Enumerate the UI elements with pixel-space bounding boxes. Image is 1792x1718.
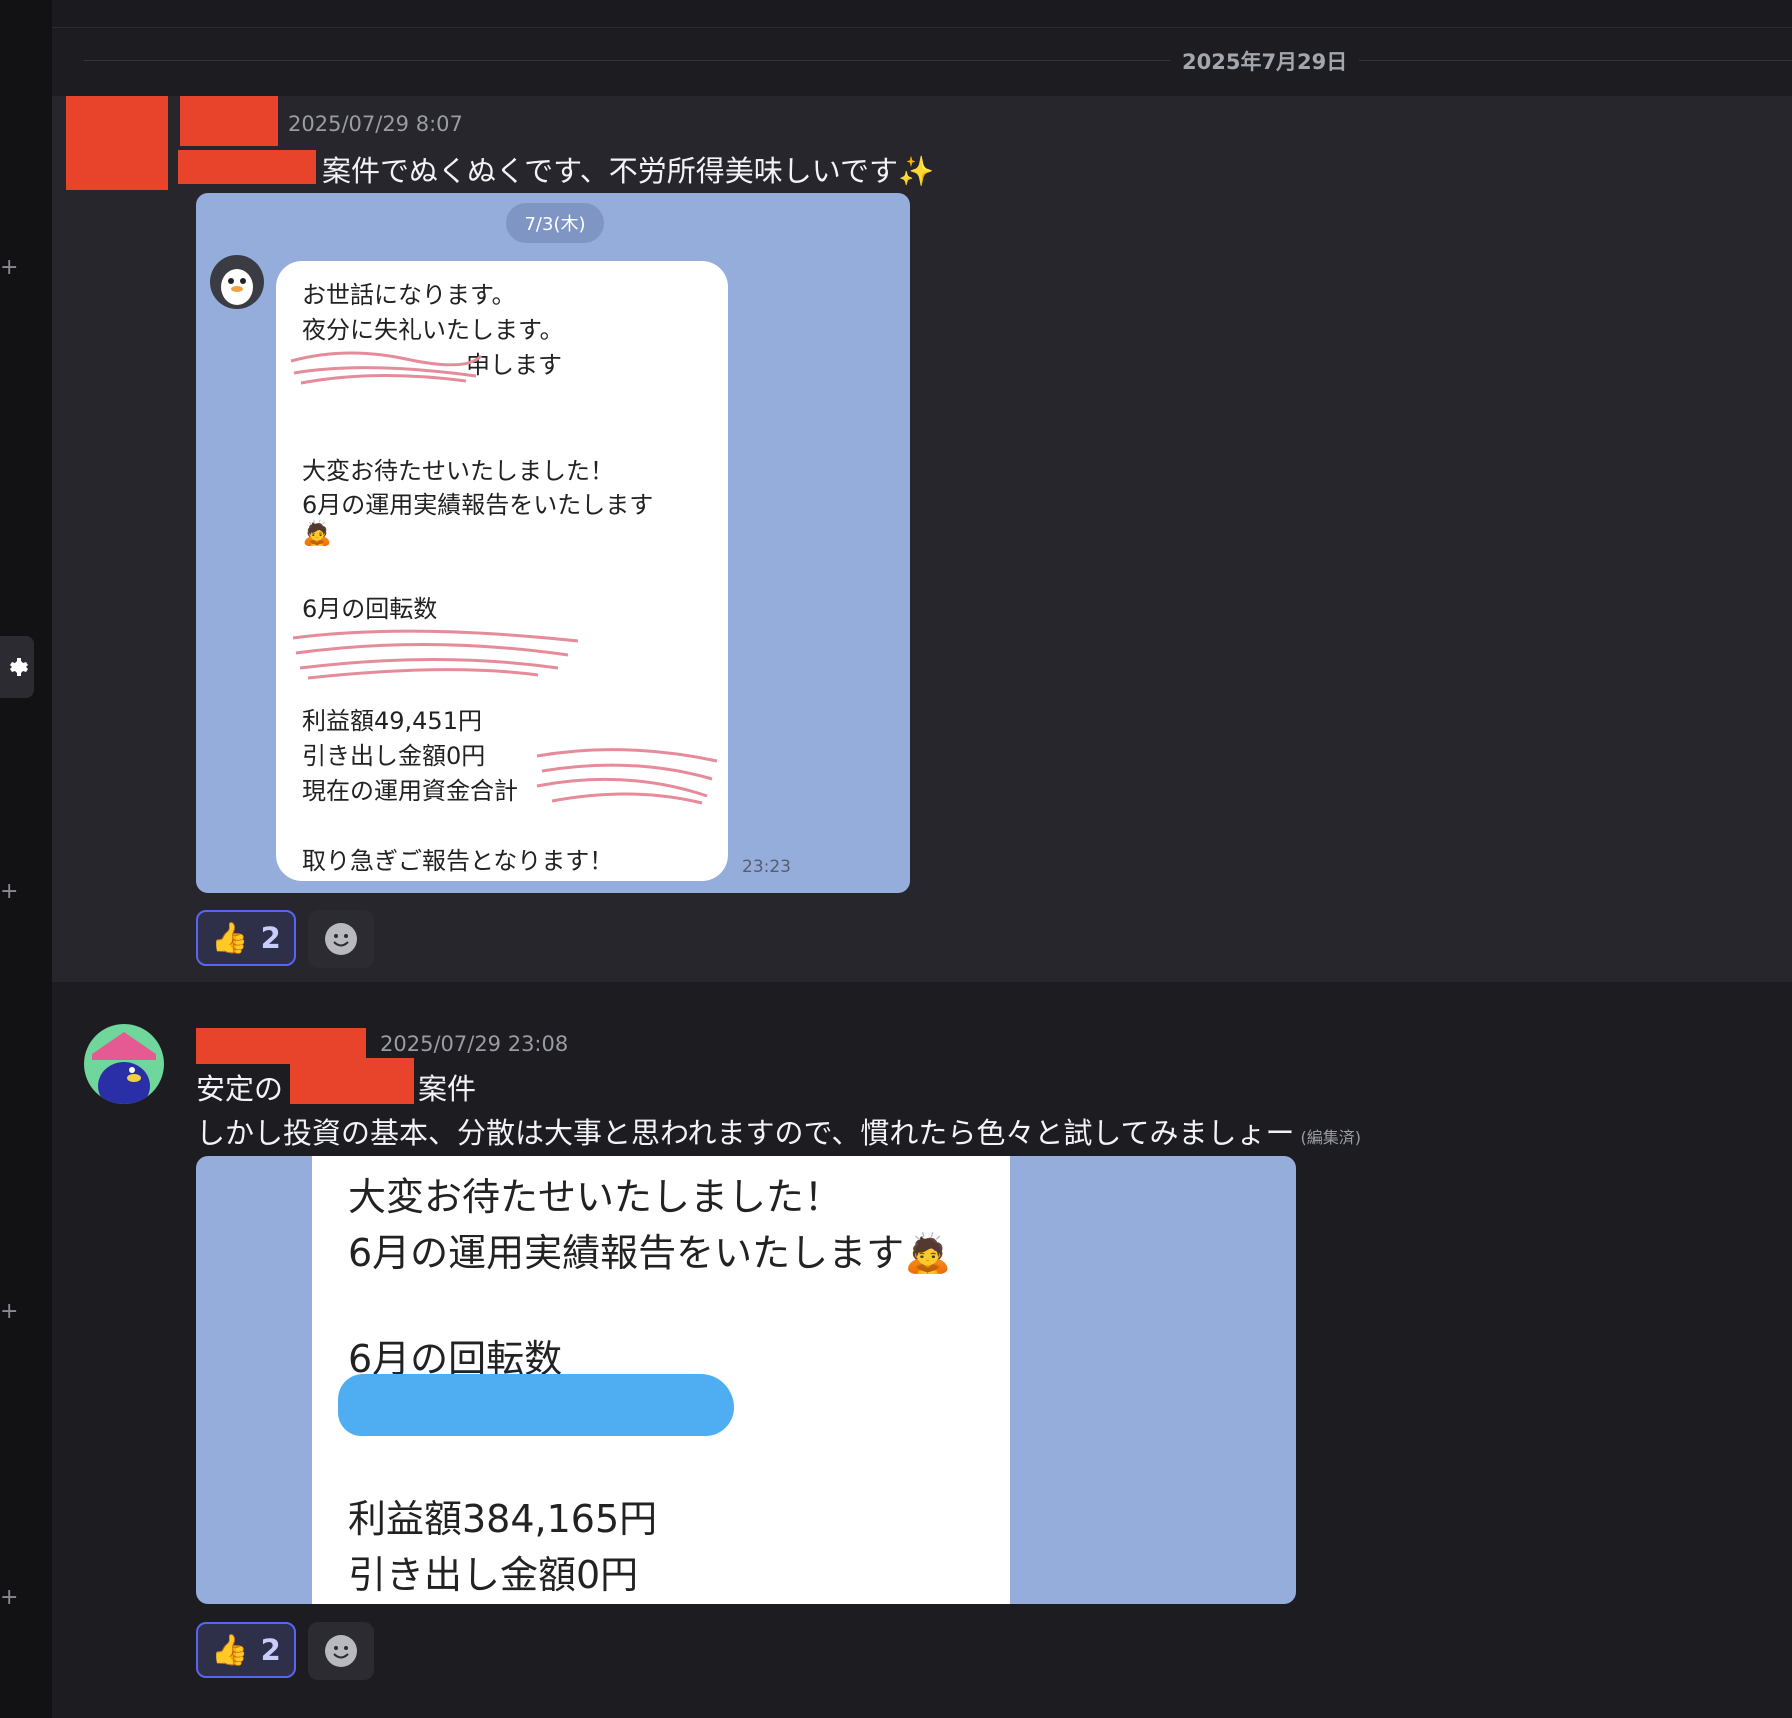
bubble-line: お世話になります。	[302, 281, 516, 309]
bubble-line: 利益額384,165円	[348, 1497, 658, 1541]
message-text-part: 安定の	[196, 1072, 284, 1106]
bubble-line: 大変お待たせいたしました！	[348, 1175, 843, 1219]
pink-scribble	[290, 351, 483, 385]
settings-button[interactable]	[0, 636, 34, 698]
gear-icon	[10, 658, 28, 676]
thumbs-up-icon: 👍	[211, 1632, 249, 1668]
bow-emoji: 🙇	[302, 519, 332, 547]
redacted-username[interactable]	[180, 96, 278, 146]
message-text: しかし投資の基本、分散は大事と思われますので、慣れたら色々と試してみましょー (編…	[196, 1110, 1361, 1152]
chat-bubble: 大変お待たせいたしました！ 6月の運用実績報告をいたします🙇 6月の回転数 利益…	[312, 1156, 1010, 1604]
message-timestamp: 2025/07/29 23:08	[380, 1032, 569, 1056]
pink-scribble	[292, 629, 579, 680]
blue-scribble	[338, 1374, 734, 1436]
bubble-line: 引き出し金額0円	[348, 1553, 639, 1597]
chat-bubble: お世話になります。 夜分に失礼いたします。 申します 大変お待たせいたしました！…	[276, 261, 728, 881]
bubble-line: 引き出し金額0円	[302, 742, 486, 770]
edited-label: (編集済)	[1300, 1128, 1362, 1147]
bubble-line: 夜分に失礼いたします。	[302, 316, 564, 344]
pink-scribble	[536, 748, 718, 805]
bubble-line: 大変お待たせいたしました！	[302, 457, 614, 485]
add-reaction-button[interactable]	[308, 1622, 374, 1680]
attached-image[interactable]: 7/3(木) お世話になります。 夜分に失礼いたします。 申します 大変お待たせ…	[196, 193, 910, 893]
bubble-line: 6月の回転数	[302, 595, 438, 623]
plus-icon[interactable]: +	[0, 881, 18, 903]
reaction-count: 2	[260, 921, 281, 955]
redacted-avatar[interactable]	[66, 96, 168, 190]
top-bar	[52, 0, 1792, 28]
smiley-icon	[325, 923, 357, 955]
reaction-thumbs-up[interactable]: 👍 2	[196, 910, 296, 966]
add-reaction-button[interactable]	[308, 910, 374, 968]
message-text-part: 案件	[418, 1072, 477, 1106]
bubble-line: 利益額49,451円	[302, 707, 482, 735]
redacted-text	[290, 1058, 414, 1104]
message-text: 案件でぬくぬくです、不労所得美味しいです✨	[322, 154, 935, 188]
date-divider-line	[84, 60, 1792, 61]
reaction-thumbs-up[interactable]: 👍 2	[196, 1622, 296, 1678]
bubble-line: 取り急ぎご報告となります！	[302, 847, 614, 875]
bubble-line: 6月の運用実績報告をいたします	[302, 491, 654, 519]
message-timestamp: 2025/07/29 8:07	[288, 112, 463, 136]
plus-icon[interactable]: +	[0, 1301, 18, 1323]
message-line: しかし投資の基本、分散は大事と思われますので、慣れたら色々と試してみましょー	[196, 1116, 1295, 1150]
thumbs-up-icon: 👍	[211, 920, 249, 956]
plus-icon[interactable]: +	[0, 257, 18, 279]
user-avatar[interactable]	[84, 1024, 164, 1104]
chat-date-chip: 7/3(木)	[506, 203, 604, 243]
penguin-icon	[221, 269, 253, 305]
attached-image[interactable]: 大変お待たせいたしました！ 6月の運用実績報告をいたします🙇 6月の回転数 利益…	[196, 1156, 1296, 1604]
chat-time: 23:23	[742, 857, 791, 877]
smiley-icon	[325, 1635, 357, 1667]
house-bird-icon	[92, 1032, 156, 1104]
penguin-avatar	[210, 255, 264, 309]
plus-icon[interactable]: +	[0, 1587, 18, 1609]
bubble-line: 現在の運用資金合計	[302, 777, 518, 805]
bubble-line: 6月の運用実績報告をいたします🙇	[348, 1231, 952, 1275]
date-divider: 2025年7月29日	[1170, 46, 1360, 76]
reaction-count: 2	[260, 1633, 281, 1667]
redacted-text	[178, 150, 316, 184]
